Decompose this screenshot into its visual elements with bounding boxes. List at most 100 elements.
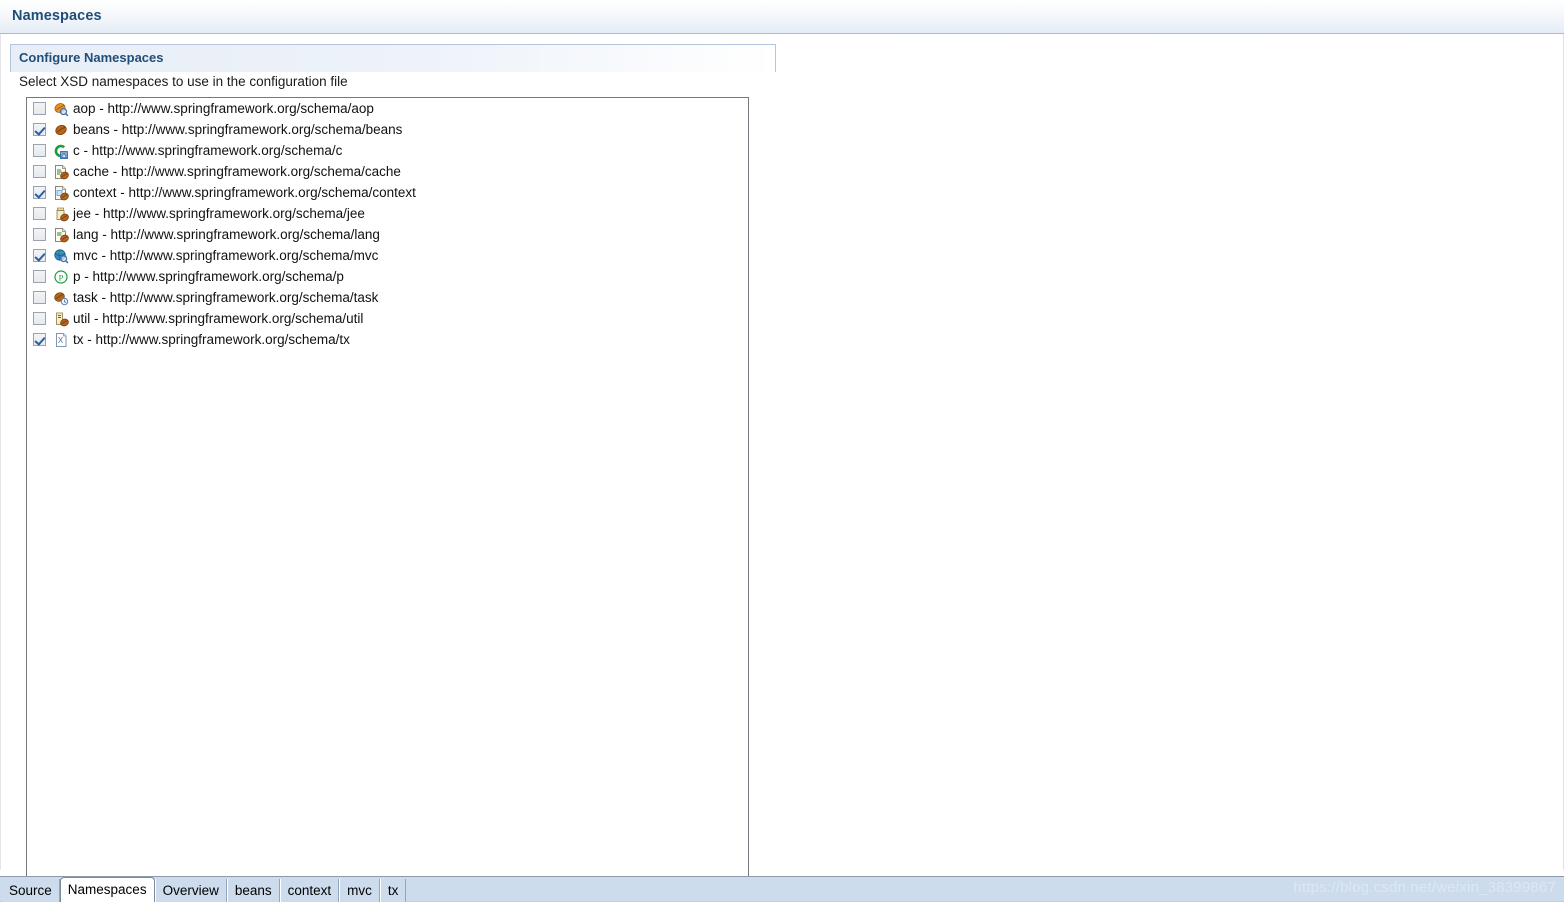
namespace-list-item[interactable]: aop - http://www.springframework.org/sch… <box>27 98 748 119</box>
namespace-uri: http://www.springframework.org/schema/ut… <box>102 310 364 326</box>
namespace-prefix: jee <box>73 205 92 221</box>
namespace-checkbox-mvc[interactable] <box>33 249 46 262</box>
namespace-checkbox-jee[interactable] <box>33 207 46 220</box>
namespace-separator: - <box>97 289 110 305</box>
namespace-prefix: mvc <box>73 247 98 263</box>
namespace-checkbox-util[interactable] <box>33 312 46 325</box>
namespace-prefix: lang <box>73 226 99 242</box>
namespace-separator: - <box>109 121 122 137</box>
namespace-list-item[interactable]: beans - http://www.springframework.org/s… <box>27 119 748 140</box>
namespace-prefix: beans <box>73 121 110 137</box>
p-namespace-icon: P <box>53 269 69 285</box>
cache-namespace-icon <box>53 164 69 180</box>
namespace-checkbox-p[interactable] <box>33 270 46 283</box>
namespace-list-item[interactable]: c - http://www.springframework.org/schem… <box>27 140 748 161</box>
namespace-prefix: aop <box>73 100 96 116</box>
namespace-list-item[interactable]: mvc - http://www.springframework.org/sch… <box>27 245 748 266</box>
namespace-uri: http://www.springframework.org/schema/c <box>91 142 343 158</box>
namespace-label: beans - http://www.springframework.org/s… <box>73 122 402 138</box>
namespace-separator: - <box>95 100 108 116</box>
namespace-list-item[interactable]: task - http://www.springframework.org/sc… <box>27 287 748 308</box>
namespace-checkbox-context[interactable] <box>33 186 46 199</box>
namespace-checkbox-task[interactable] <box>33 291 46 304</box>
namespace-prefix: context <box>73 184 117 200</box>
namespace-list-item[interactable]: cache - http://www.springframework.org/s… <box>27 161 748 182</box>
namespace-checkbox-cache[interactable] <box>33 165 46 178</box>
lang-namespace-icon <box>53 227 69 243</box>
tab-mvc[interactable]: mvc <box>339 879 380 902</box>
namespace-label: mvc - http://www.springframework.org/sch… <box>73 248 378 264</box>
namespace-prefix: task <box>73 289 98 305</box>
namespace-label: tx - http://www.springframework.org/sche… <box>73 332 350 348</box>
tab-namespaces[interactable]: Namespaces <box>59 877 155 902</box>
tab-source[interactable]: Source <box>2 879 60 902</box>
namespace-label: cache - http://www.springframework.org/s… <box>73 164 401 180</box>
namespace-separator: - <box>116 184 129 200</box>
namespace-separator: - <box>97 247 110 263</box>
namespace-uri: http://www.springframework.org/schema/p <box>92 268 344 284</box>
namespace-checkbox-tx[interactable] <box>33 333 46 346</box>
namespace-list-item[interactable]: jee - http://www.springframework.org/sch… <box>27 203 748 224</box>
namespace-separator: - <box>80 268 93 284</box>
util-namespace-icon <box>53 311 69 327</box>
namespace-uri: http://www.springframework.org/schema/ca… <box>121 163 401 179</box>
namespace-label: lang - http://www.springframework.org/sc… <box>73 227 380 243</box>
namespace-list-item[interactable]: Pp - http://www.springframework.org/sche… <box>27 266 748 287</box>
namespace-separator: - <box>98 226 111 242</box>
task-namespace-icon <box>53 290 69 306</box>
namespace-list-item[interactable]: lang - http://www.springframework.org/sc… <box>27 224 748 245</box>
context-namespace-icon <box>53 185 69 201</box>
tab-overview[interactable]: Overview <box>154 879 227 902</box>
tx-namespace-icon: X <box>53 332 69 348</box>
namespace-separator: - <box>83 331 96 347</box>
namespace-uri: http://www.springframework.org/schema/tx <box>95 331 350 347</box>
namespace-separator: - <box>79 142 92 158</box>
svg-text:X: X <box>58 336 64 345</box>
namespace-label: context - http://www.springframework.org… <box>73 185 416 201</box>
watermark-text: https://blog.csdn.net/weixin_38399867 <box>1293 879 1556 896</box>
namespace-prefix: cache <box>73 163 110 179</box>
namespace-prefix: c <box>73 142 80 158</box>
namespace-uri: http://www.springframework.org/schema/ao… <box>107 100 374 116</box>
namespace-label: task - http://www.springframework.org/sc… <box>73 290 378 306</box>
namespace-separator: - <box>109 163 122 179</box>
mvc-namespace-icon <box>53 248 69 264</box>
namespace-label: aop - http://www.springframework.org/sch… <box>73 101 374 117</box>
namespace-uri: http://www.springframework.org/schema/la… <box>110 226 380 242</box>
section-header: Configure Namespaces <box>10 44 776 72</box>
namespace-prefix: util <box>73 310 91 326</box>
namespace-label: p - http://www.springframework.org/schem… <box>73 269 344 285</box>
namespace-uri: http://www.springframework.org/schema/mv… <box>109 247 379 263</box>
beans-namespace-icon <box>53 122 69 138</box>
editor-tab-strip: Source Namespaces Overview beans context mvc t… <box>2 877 407 902</box>
tab-context[interactable]: context <box>279 879 340 902</box>
namespace-label: jee - http://www.springframework.org/sch… <box>73 206 365 222</box>
namespace-prefix: tx <box>73 331 84 347</box>
namespace-separator: - <box>90 310 103 326</box>
tab-tx[interactable]: tx <box>379 879 407 902</box>
namespace-uri: http://www.springframework.org/schema/ta… <box>109 289 379 305</box>
svg-text:P: P <box>59 272 64 282</box>
namespace-checkbox-aop[interactable] <box>33 102 46 115</box>
section-header-title: Configure Namespaces <box>19 50 164 65</box>
namespace-prefix: p <box>73 268 81 284</box>
namespace-uri: http://www.springframework.org/schema/co… <box>128 184 416 200</box>
namespace-list-item[interactable]: Xtx - http://www.springframework.org/sch… <box>27 329 748 350</box>
namespace-separator: - <box>91 205 104 221</box>
namespace-checkbox-c[interactable] <box>33 144 46 157</box>
section-description: Select XSD namespaces to use in the conf… <box>19 74 348 89</box>
tab-beans[interactable]: beans <box>226 879 280 902</box>
namespace-list-item[interactable]: util - http://www.springframework.org/sc… <box>27 308 748 329</box>
namespace-list-item[interactable]: context - http://www.springframework.org… <box>27 182 748 203</box>
c-namespace-icon <box>53 143 69 159</box>
namespace-checkbox-beans[interactable] <box>33 123 46 136</box>
page-title: Namespaces <box>12 8 102 24</box>
namespace-uri: http://www.springframework.org/schema/je… <box>103 205 365 221</box>
namespace-label: c - http://www.springframework.org/schem… <box>73 143 342 159</box>
aop-namespace-icon <box>53 101 69 117</box>
form-body: Configure Namespaces Select XSD namespac… <box>0 34 1564 898</box>
jee-namespace-icon <box>53 206 69 222</box>
namespace-label: util - http://www.springframework.org/sc… <box>73 311 363 327</box>
namespace-checkbox-lang[interactable] <box>33 228 46 241</box>
namespace-list[interactable]: aop - http://www.springframework.org/sch… <box>26 97 749 898</box>
